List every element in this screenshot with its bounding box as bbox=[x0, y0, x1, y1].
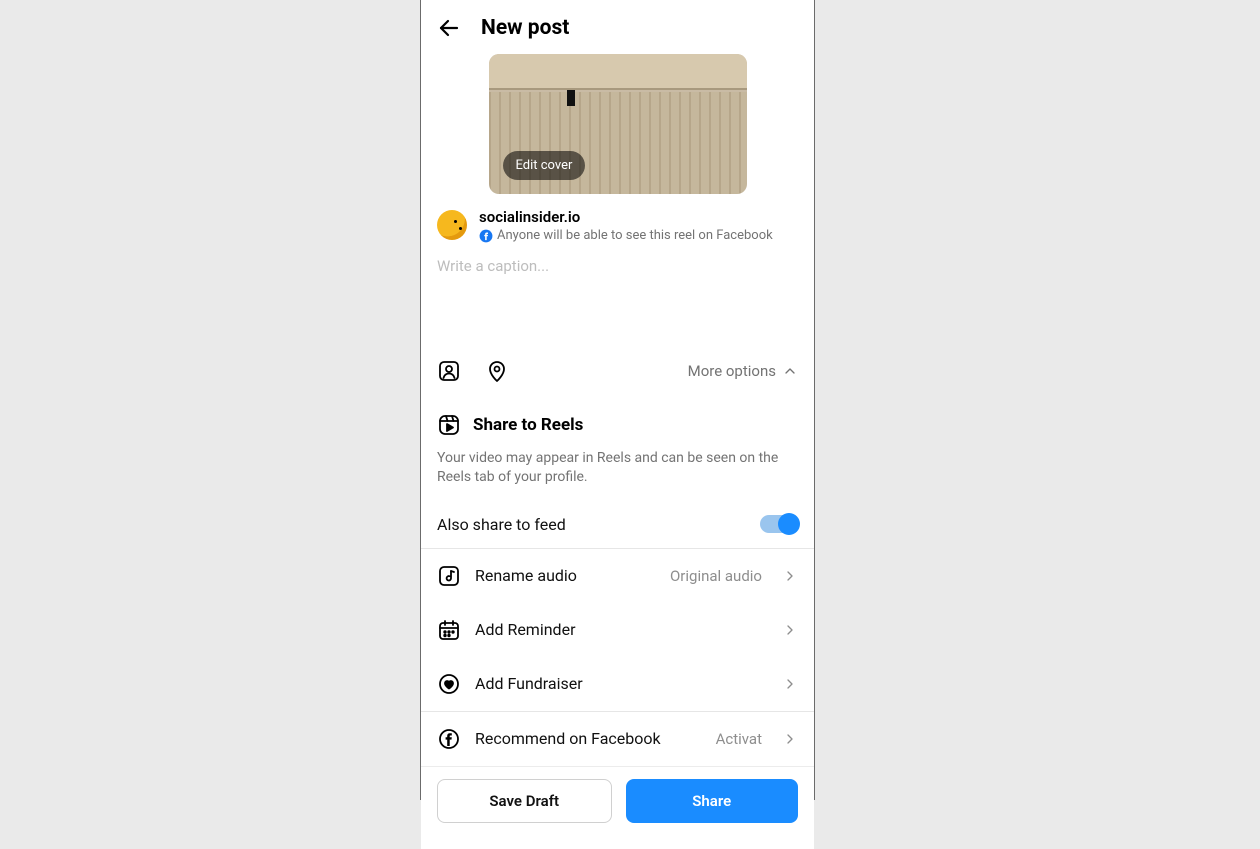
chevron-right-icon bbox=[782, 676, 798, 692]
add-reminder-label: Add Reminder bbox=[475, 620, 768, 639]
caption-placeholder: Write a caption... bbox=[437, 257, 798, 275]
username: socialinsider.io bbox=[479, 208, 773, 226]
more-options-label: More options bbox=[688, 362, 776, 380]
more-options-button[interactable]: More options bbox=[688, 362, 798, 380]
edit-cover-button[interactable]: Edit cover bbox=[503, 151, 586, 180]
add-reminder-row[interactable]: Add Reminder bbox=[421, 603, 814, 657]
heart-circle-icon bbox=[437, 672, 461, 696]
facebook-circle-icon bbox=[437, 727, 461, 751]
reels-icon bbox=[437, 413, 461, 437]
also-share-to-feed-row: Also share to feed bbox=[421, 501, 814, 549]
share-to-reels-title: Share to Reels bbox=[473, 415, 583, 435]
recommend-on-facebook-row[interactable]: Recommend on Facebook Activat bbox=[421, 712, 814, 766]
back-arrow-icon[interactable] bbox=[437, 16, 461, 40]
add-fundraiser-label: Add Fundraiser bbox=[475, 674, 768, 693]
location-pin-icon[interactable] bbox=[485, 359, 509, 383]
page-title: New post bbox=[481, 16, 569, 40]
new-post-screen: New post Edit cover socialinsider.io Any… bbox=[420, 0, 815, 800]
account-text: socialinsider.io Anyone will be able to … bbox=[479, 208, 773, 243]
caption-input[interactable]: Write a caption... bbox=[421, 247, 814, 347]
audio-icon bbox=[437, 564, 461, 588]
rename-audio-row[interactable]: Rename audio Original audio bbox=[421, 549, 814, 603]
avatar[interactable] bbox=[437, 210, 467, 240]
chevron-right-icon bbox=[782, 568, 798, 584]
account-row: socialinsider.io Anyone will be able to … bbox=[421, 194, 814, 247]
cover-image[interactable]: Edit cover bbox=[489, 54, 747, 194]
cover-image-detail bbox=[567, 90, 575, 106]
bottom-action-bar: Save Draft Share bbox=[421, 766, 814, 849]
header: New post bbox=[421, 0, 814, 50]
add-fundraiser-row[interactable]: Add Fundraiser bbox=[421, 657, 814, 711]
options-row: More options bbox=[421, 347, 814, 397]
calendar-icon bbox=[437, 618, 461, 642]
recommend-on-facebook-value: Activat bbox=[716, 730, 762, 748]
recommend-on-facebook-label: Recommend on Facebook bbox=[475, 729, 702, 748]
chevron-right-icon bbox=[782, 731, 798, 747]
chevron-up-icon bbox=[782, 363, 798, 379]
rename-audio-value: Original audio bbox=[670, 567, 762, 585]
facebook-icon bbox=[479, 229, 493, 243]
cover-image-detail bbox=[489, 54, 747, 90]
share-to-reels-description: Your video may appear in Reels and can b… bbox=[437, 449, 798, 487]
also-share-to-feed-toggle[interactable] bbox=[760, 515, 798, 533]
rename-audio-label: Rename audio bbox=[475, 566, 656, 585]
visibility-row: Anyone will be able to see this reel on … bbox=[479, 228, 773, 243]
visibility-text: Anyone will be able to see this reel on … bbox=[497, 228, 773, 243]
section-header: Share to Reels bbox=[437, 413, 798, 437]
cover-preview-area: Edit cover bbox=[421, 50, 814, 194]
share-button[interactable]: Share bbox=[626, 779, 799, 823]
options-icons bbox=[437, 359, 509, 383]
tag-people-icon[interactable] bbox=[437, 359, 461, 383]
save-draft-button[interactable]: Save Draft bbox=[437, 779, 612, 823]
also-share-to-feed-label: Also share to feed bbox=[437, 515, 566, 534]
chevron-right-icon bbox=[782, 622, 798, 638]
share-to-reels-section: Share to Reels Your video may appear in … bbox=[421, 397, 814, 501]
